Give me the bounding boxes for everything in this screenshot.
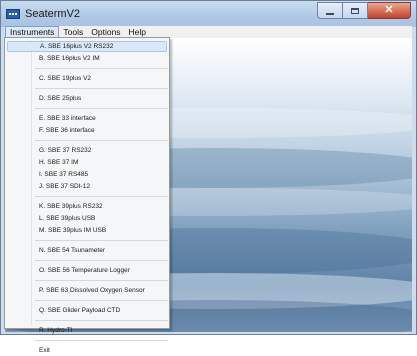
menu-separator: [35, 340, 168, 341]
menu-separator: [35, 140, 168, 141]
instrument-menu-item[interactable]: K. SBE 39plus RS232: [7, 201, 167, 212]
instrument-menu-item[interactable]: A. SBE 16plus V2 RS232: [7, 41, 167, 52]
instrument-menu-item[interactable]: B. SBE 16plus V2 IM: [7, 53, 167, 64]
minimize-icon: [326, 12, 334, 15]
menu-separator: [35, 68, 168, 69]
window-title: SeatermV2: [25, 8, 81, 20]
app-icon: [6, 9, 20, 19]
instrument-menu-item[interactable]: N. SBE 54 Tsunameter: [7, 245, 167, 256]
instrument-menu-item[interactable]: R. Hydro-TI: [7, 325, 167, 336]
instrument-menu-item[interactable]: Q. SBE Glider Payload CTD: [7, 305, 167, 316]
menu-separator: [35, 260, 168, 261]
menu-separator: [35, 240, 168, 241]
instrument-menu-item[interactable]: J. SBE 37 SDI-12: [7, 181, 167, 192]
menu-separator: [35, 88, 168, 89]
instrument-menu-item[interactable]: E. SBE 33 interface: [7, 113, 167, 124]
instrument-menu-item[interactable]: P. SBE 63 Dissolved Oxygen Sensor: [7, 285, 167, 296]
instruments-dropdown-menu: A. SBE 16plus V2 RS232 B. SBE 16plus V2 I…: [4, 37, 170, 354]
minimize-button[interactable]: [317, 2, 343, 19]
title-bar[interactable]: SeatermV2 ✕: [1, 1, 416, 27]
caption-buttons: ✕: [317, 2, 411, 20]
instrument-menu-item[interactable]: C. SBE 19plus V2: [7, 73, 167, 84]
close-icon: ✕: [384, 4, 394, 16]
maximize-button[interactable]: [343, 2, 368, 19]
instrument-menu-item[interactable]: M. SBE 39plus IM USB: [7, 225, 167, 236]
instrument-menu-item[interactable]: G. SBE 37 RS232: [7, 145, 167, 156]
maximize-icon: [351, 7, 359, 14]
menu-separator: [35, 108, 168, 109]
instrument-menu-item[interactable]: Exit: [7, 345, 167, 356]
close-button[interactable]: ✕: [368, 2, 411, 19]
instrument-menu-item[interactable]: L. SBE 39plus USB: [7, 213, 167, 224]
menu-separator: [35, 300, 168, 301]
instrument-menu-item[interactable]: I. SBE 37 RS485: [7, 169, 167, 180]
instrument-menu-item[interactable]: D. SBE 25plus: [7, 93, 167, 104]
instrument-menu-item[interactable]: F. SBE 36 interface: [7, 125, 167, 136]
instrument-menu-item[interactable]: O. SBE 56 Temperature Logger: [7, 265, 167, 276]
menu-separator: [35, 320, 168, 321]
menu-separator: [35, 280, 168, 281]
menu-separator: [35, 196, 168, 197]
instrument-menu-item[interactable]: H. SBE 37 IM: [7, 157, 167, 168]
